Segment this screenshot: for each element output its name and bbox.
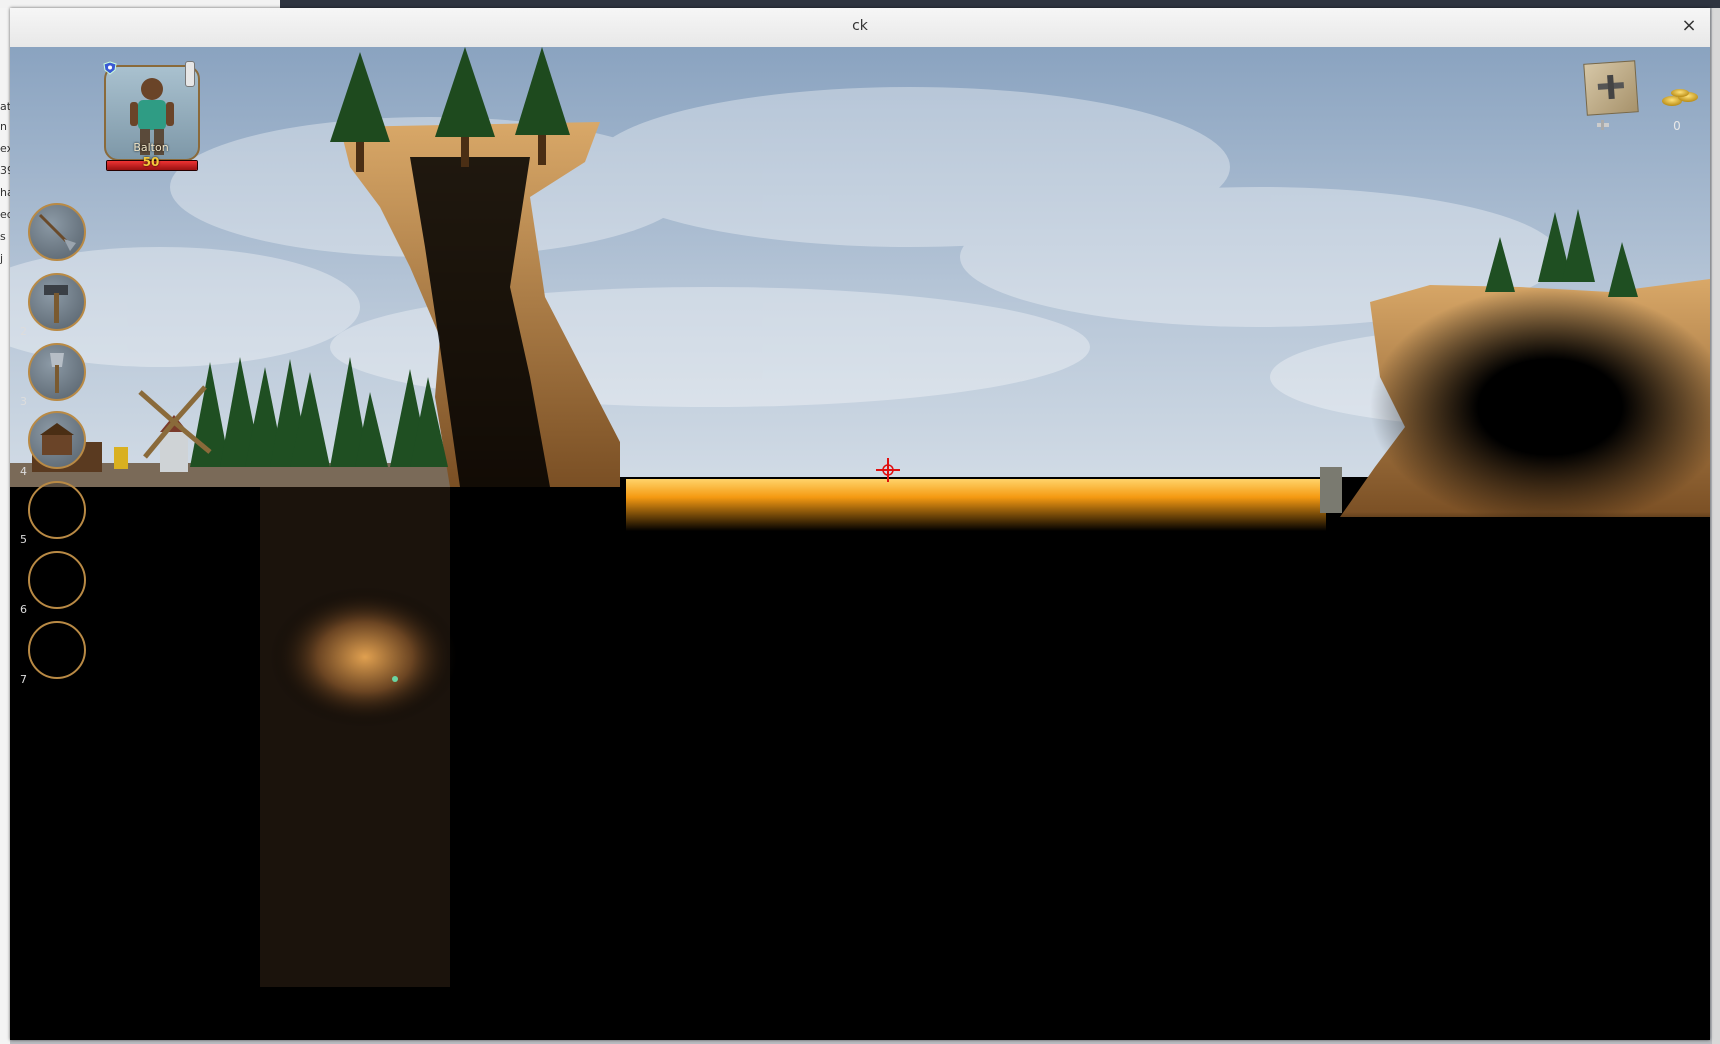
tool-slot-6[interactable] (28, 551, 86, 609)
desktop-left-strip: at n ex 39 ha ed s j (0, 8, 14, 1044)
hammer-icon (44, 285, 68, 323)
vehicle-small-icon (1597, 120, 1609, 130)
dug-shaft (260, 487, 450, 987)
character-name: Balton (133, 141, 169, 154)
tool-slot-1[interactable] (28, 203, 86, 261)
lava-lake (626, 479, 1326, 531)
background-text-fragment: s (0, 230, 6, 243)
window-title: ck (852, 18, 868, 34)
stone-wall (1320, 467, 1342, 513)
slot-key-7: 7 (20, 673, 27, 686)
tool-slot-3[interactable] (28, 343, 86, 401)
tool-slot-2[interactable] (28, 273, 86, 331)
map-scroll-icon[interactable] (1583, 60, 1639, 116)
miner-marker (392, 676, 398, 682)
plane-icon (1597, 74, 1625, 100)
portrait-scroll-icon[interactable] (185, 61, 195, 87)
shovel-icon (38, 213, 76, 251)
axe-icon (50, 353, 64, 393)
gold-coins-icon (1662, 89, 1698, 106)
building-icon (40, 423, 74, 455)
game-window: ck × Balton 50 2 3 4 5 6 7 0 (10, 8, 1710, 1040)
close-icon[interactable]: × (1678, 15, 1700, 37)
slot-key-6: 6 (20, 603, 27, 616)
slot-key-2: 2 (20, 325, 27, 338)
slot-key-5: 5 (20, 533, 27, 546)
slot-key-3: 3 (20, 395, 27, 408)
game-viewport[interactable]: Balton 50 2 3 4 5 6 7 0 (10, 47, 1710, 1040)
crosshair-icon (876, 458, 900, 482)
background-text-fragment: n (0, 120, 7, 133)
yellow-marker (114, 447, 128, 469)
desktop-top-light (0, 0, 280, 8)
background-text-fragment: j (0, 252, 4, 265)
rank-shield-icon (103, 61, 117, 75)
tool-slot-5[interactable] (28, 481, 86, 539)
desktop-top-strip (0, 0, 1720, 8)
health-value: 50 (142, 155, 160, 169)
slot-key-4: 4 (20, 465, 27, 478)
window-titlebar[interactable]: ck × (10, 8, 1710, 48)
tool-slot-7[interactable] (28, 621, 86, 679)
tool-slot-4[interactable] (28, 411, 86, 469)
desktop-right-strip (1712, 8, 1720, 1044)
gold-count: 0 (1673, 119, 1681, 133)
lit-cave (270, 587, 460, 727)
game-scene[interactable] (10, 47, 1710, 1040)
